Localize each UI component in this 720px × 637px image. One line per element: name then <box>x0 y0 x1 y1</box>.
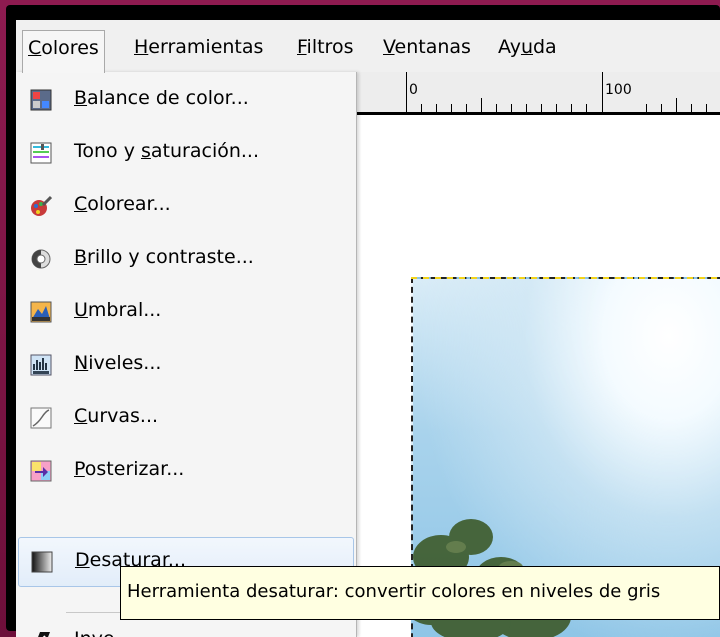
menu-item-label: Niveles... <box>74 352 162 374</box>
menu-item-label: Umbral... <box>74 299 162 321</box>
menu-item-label: Balance de color... <box>74 87 249 109</box>
menu-item-label: Inve <box>74 628 115 637</box>
hue-saturation-icon <box>30 142 52 164</box>
menu-item-niveles[interactable]: Niveles... <box>18 341 354 391</box>
ruler-label-0: 0 <box>409 82 418 98</box>
menu-filtros[interactable]: Filtros <box>292 32 358 62</box>
app-window: Colores Herramientas Filtros Ventanas Ay… <box>16 20 720 637</box>
menu-item-label: Posterizar... <box>74 458 185 480</box>
posterize-icon <box>30 460 52 482</box>
menu-item-label: Brillo y contraste... <box>74 246 254 268</box>
menu-item-label: Tono y saturación... <box>74 140 260 162</box>
tooltip: Herramienta desaturar: convertir colores… <box>120 566 720 620</box>
colores-dropdown-menu: Balance de color... Tono y saturación...… <box>16 72 357 637</box>
menu-item-umbral[interactable]: Umbral... <box>18 288 354 338</box>
brightness-contrast-icon <box>31 249 51 269</box>
menu-item-brillo-y-contraste[interactable]: Brillo y contraste... <box>18 235 354 285</box>
menu-item-tono-y-saturacion[interactable]: Tono y saturación... <box>18 129 354 179</box>
ruler-label-100: 100 <box>605 82 632 98</box>
menu-colores[interactable]: Colores <box>22 30 105 73</box>
invert-icon <box>38 632 50 637</box>
colorize-icon <box>31 195 52 216</box>
desaturate-icon <box>31 551 53 573</box>
menu-ayuda[interactable]: Ayuda <box>493 32 562 62</box>
horizontal-ruler[interactable]: 0 100 <box>356 72 720 115</box>
menu-item-posterizar[interactable]: Posterizar... <box>18 447 354 497</box>
menu-item-label: Colorear... <box>74 193 171 215</box>
menu-item-label: Curvas... <box>74 405 159 427</box>
menu-ventanas[interactable]: Ventanas <box>378 32 476 62</box>
menu-item-colorear[interactable]: Colorear... <box>18 182 354 232</box>
menu-item-balance-de-color[interactable]: Balance de color... <box>18 76 354 126</box>
image-canvas[interactable]: 0 100 <box>356 72 720 637</box>
menu-item-invertir[interactable]: Inve <box>18 617 354 637</box>
menu-herramientas[interactable]: Herramientas <box>129 32 268 62</box>
curves-icon <box>30 407 52 429</box>
menu-item-curvas[interactable]: Curvas... <box>18 394 354 444</box>
color-balance-icon <box>30 89 52 111</box>
menubar: Colores Herramientas Filtros Ventanas Ay… <box>16 20 720 73</box>
levels-icon <box>30 354 52 376</box>
layer-boundary <box>411 277 720 279</box>
threshold-icon <box>30 301 52 323</box>
